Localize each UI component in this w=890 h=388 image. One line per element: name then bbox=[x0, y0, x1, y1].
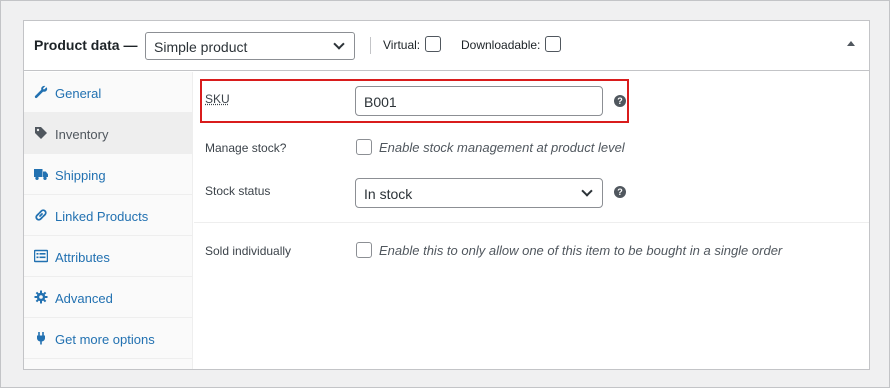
sold-individually-description: Enable this to only allow one of this it… bbox=[379, 243, 783, 258]
tab-label: Linked Products bbox=[55, 209, 149, 224]
tab-label: Shipping bbox=[55, 168, 106, 183]
stock-status-label: Stock status bbox=[205, 184, 271, 198]
tag-icon bbox=[35, 127, 47, 139]
product-type-value: Simple product bbox=[154, 39, 248, 55]
sold-individually-checkbox[interactable] bbox=[356, 242, 372, 258]
product-data-tabs: General Inventory Shipping Linked Produc… bbox=[24, 72, 193, 369]
virtual-checkbox[interactable] bbox=[425, 36, 441, 52]
tab-linked-products[interactable]: Linked Products bbox=[24, 195, 192, 236]
wrench-icon bbox=[34, 85, 48, 99]
stock-status-value: In stock bbox=[364, 186, 413, 202]
sold-individually-label: Sold individually bbox=[205, 244, 292, 258]
list-icon bbox=[34, 249, 48, 263]
chevron-down-icon bbox=[333, 38, 345, 50]
plugin-icon bbox=[37, 332, 45, 345]
panel-title: Product data — bbox=[34, 37, 138, 53]
link-icon bbox=[35, 209, 47, 221]
truck-icon bbox=[34, 169, 48, 180]
screenshot-frame: Product data — Simple product Virtual: D… bbox=[0, 0, 890, 388]
stock-status-help-icon[interactable]: ? bbox=[614, 186, 626, 198]
manage-stock-label: Manage stock? bbox=[205, 141, 287, 155]
stock-status-select[interactable]: In stock bbox=[355, 178, 603, 208]
tab-get-more-options[interactable]: Get more options bbox=[24, 318, 192, 359]
tab-label: Attributes bbox=[55, 250, 110, 265]
panel-header: Product data — Simple product Virtual: D… bbox=[24, 21, 869, 71]
virtual-label: Virtual: bbox=[383, 38, 421, 52]
manage-stock-description: Enable stock management at product level bbox=[379, 140, 625, 155]
gear-icon bbox=[34, 290, 48, 304]
downloadable-label: Downloadable: bbox=[461, 38, 541, 52]
manage-stock-checkbox[interactable] bbox=[356, 139, 372, 155]
downloadable-checkbox[interactable] bbox=[545, 36, 561, 52]
chevron-down-icon bbox=[581, 185, 593, 197]
collapse-arrow-icon[interactable] bbox=[847, 41, 855, 46]
tab-label: Get more options bbox=[55, 332, 155, 347]
tab-label: Inventory bbox=[55, 127, 109, 142]
tab-advanced[interactable]: Advanced bbox=[24, 277, 192, 318]
tab-general[interactable]: General bbox=[24, 72, 192, 113]
tab-label: General bbox=[55, 86, 102, 101]
product-data-panel: Product data — Simple product Virtual: D… bbox=[23, 20, 870, 370]
product-type-select[interactable]: Simple product bbox=[145, 32, 355, 60]
tab-shipping[interactable]: Shipping bbox=[24, 154, 192, 195]
tab-inventory[interactable]: Inventory bbox=[24, 113, 192, 154]
section-divider bbox=[194, 222, 869, 223]
tab-attributes[interactable]: Attributes bbox=[24, 236, 192, 277]
header-divider bbox=[370, 37, 371, 54]
tab-label: Advanced bbox=[55, 291, 113, 306]
sku-highlight-box bbox=[200, 79, 629, 123]
